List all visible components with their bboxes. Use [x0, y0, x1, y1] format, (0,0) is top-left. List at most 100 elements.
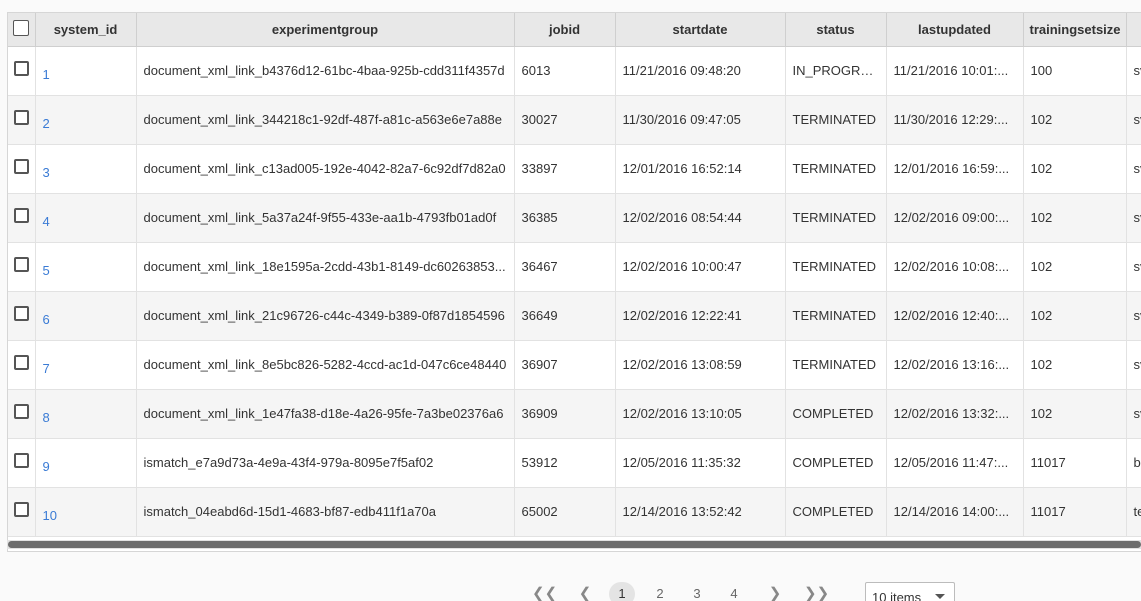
- cell-lastupdated: 12/02/2016 09:00:...: [886, 193, 1024, 243]
- cell-experimentgroup: document_xml_link_18e1595a-2cdd-43b1-814…: [136, 242, 515, 292]
- results-table: system_id experimentgroup jobid startdat…: [8, 13, 1141, 537]
- scrollbar-thumb[interactable]: [8, 541, 1141, 548]
- row-checkbox[interactable]: [13, 305, 29, 321]
- cell-trainingsetsize: 102: [1023, 193, 1127, 243]
- table-row[interactable]: 3 document_xml_link_c13ad005-192e-4042-82…: [8, 144, 1141, 194]
- page-size-select[interactable]: 10 items: [865, 582, 955, 601]
- cell-trainingsetsize: 11017: [1023, 438, 1127, 488]
- cell-system-id[interactable]: 2: [35, 95, 137, 145]
- table-row[interactable]: 2 document_xml_link_344218c1-92df-487f-a8…: [8, 95, 1141, 145]
- row-checkbox-cell[interactable]: [8, 389, 36, 439]
- first-page-button[interactable]: ❮❮: [532, 582, 557, 601]
- column-header-startdate[interactable]: startdate: [615, 13, 786, 47]
- data-grid: system_id experimentgroup jobid startdat…: [7, 12, 1141, 552]
- cell-startdate: 11/30/2016 09:47:05: [615, 95, 786, 145]
- table-row[interactable]: 8 document_xml_link_1e47fa38-d18e-4a26-95…: [8, 389, 1141, 439]
- table-row[interactable]: 6 document_xml_link_21c96726-c44c-4349-b3…: [8, 291, 1141, 341]
- column-header-jobid[interactable]: jobid: [514, 13, 616, 47]
- header-row: system_id experimentgroup jobid startdat…: [8, 13, 1141, 47]
- cell-trainingsetsize: 102: [1023, 389, 1127, 439]
- row-checkbox-cell[interactable]: [8, 340, 36, 390]
- cell-system-id[interactable]: 7: [35, 340, 137, 390]
- row-checkbox-cell[interactable]: [8, 487, 36, 537]
- column-header-cutoff[interactable]: [1126, 13, 1141, 47]
- cell-system-id[interactable]: 10: [35, 487, 137, 537]
- row-checkbox-cell[interactable]: [8, 144, 36, 194]
- horizontal-scrollbar[interactable]: [7, 540, 1141, 549]
- cell-system-id[interactable]: 6: [35, 291, 137, 341]
- column-header-status[interactable]: status: [785, 13, 887, 47]
- row-checkbox[interactable]: [13, 109, 29, 125]
- row-checkbox[interactable]: [13, 256, 29, 272]
- row-checkbox[interactable]: [13, 452, 29, 468]
- cell-experimentgroup: document_xml_link_8e5bc826-5282-4ccd-ac1…: [136, 340, 515, 390]
- cell-startdate: 11/21/2016 09:48:20: [615, 46, 786, 96]
- cell-system-id[interactable]: 9: [35, 438, 137, 488]
- row-checkbox[interactable]: [13, 403, 29, 419]
- table-row[interactable]: 9 ismatch_e7a9d73a-4e9a-43f4-979a-8095e7f…: [8, 438, 1141, 488]
- cell-cutoff: sv: [1126, 46, 1141, 96]
- table-row[interactable]: 1 document_xml_link_b4376d12-61bc-4baa-92…: [8, 46, 1141, 96]
- next-page-button[interactable]: ❯: [768, 582, 782, 601]
- cell-lastupdated: 11/30/2016 12:29:...: [886, 95, 1024, 145]
- cell-trainingsetsize: 102: [1023, 242, 1127, 292]
- row-checkbox[interactable]: [13, 501, 29, 517]
- cell-cutoff: sv: [1126, 144, 1141, 194]
- cell-system-id[interactable]: 8: [35, 389, 137, 439]
- row-checkbox[interactable]: [13, 158, 29, 174]
- column-header-experimentgroup[interactable]: experimentgroup: [136, 13, 515, 47]
- cell-status: IN_PROGRESS: [785, 46, 887, 96]
- cell-lastupdated: 12/14/2016 14:00:...: [886, 487, 1024, 537]
- table-row[interactable]: 5 document_xml_link_18e1595a-2cdd-43b1-81…: [8, 242, 1141, 292]
- cell-system-id[interactable]: 5: [35, 242, 137, 292]
- cell-status: COMPLETED: [785, 389, 887, 439]
- column-header-lastupdated[interactable]: lastupdated: [886, 13, 1024, 47]
- cell-experimentgroup: document_xml_link_b4376d12-61bc-4baa-925…: [136, 46, 515, 96]
- cell-trainingsetsize: 102: [1023, 95, 1127, 145]
- cell-lastupdated: 12/02/2016 13:32:...: [886, 389, 1024, 439]
- cell-trainingsetsize: 102: [1023, 340, 1127, 390]
- cell-status: TERMINATED: [785, 242, 887, 292]
- cell-lastupdated: 12/02/2016 13:16:...: [886, 340, 1024, 390]
- row-checkbox-cell[interactable]: [8, 95, 36, 145]
- column-header-trainingsetsize[interactable]: trainingsetsize: [1023, 13, 1127, 47]
- table-row[interactable]: 10 ismatch_04eabd6d-15d1-4683-bf87-edb411…: [8, 487, 1141, 537]
- cell-startdate: 12/14/2016 13:52:42: [615, 487, 786, 537]
- row-checkbox-cell[interactable]: [8, 193, 36, 243]
- cell-cutoff: sv: [1126, 389, 1141, 439]
- cell-cutoff: bl: [1126, 438, 1141, 488]
- cell-jobid: 36907: [514, 340, 616, 390]
- cell-experimentgroup: document_xml_link_344218c1-92df-487f-a81…: [136, 95, 515, 145]
- cell-startdate: 12/02/2016 13:10:05: [615, 389, 786, 439]
- cell-system-id[interactable]: 4: [35, 193, 137, 243]
- row-checkbox[interactable]: [13, 207, 29, 223]
- cell-experimentgroup: document_xml_link_21c96726-c44c-4349-b38…: [136, 291, 515, 341]
- column-header-system-id[interactable]: system_id: [35, 13, 137, 47]
- page-button[interactable]: 4: [723, 582, 745, 601]
- table-body: 1 document_xml_link_b4376d12-61bc-4baa-92…: [8, 46, 1141, 537]
- cell-lastupdated: 12/02/2016 12:40:...: [886, 291, 1024, 341]
- page-button[interactable]: 3: [686, 582, 708, 601]
- row-checkbox-cell[interactable]: [8, 291, 36, 341]
- row-checkbox-cell[interactable]: [8, 242, 36, 292]
- cell-status: TERMINATED: [785, 144, 887, 194]
- cell-experimentgroup: ismatch_04eabd6d-15d1-4683-bf87-edb411f1…: [136, 487, 515, 537]
- last-page-button[interactable]: ❯❯: [804, 582, 829, 601]
- cell-experimentgroup: document_xml_link_5a37a24f-9f55-433e-aa1…: [136, 193, 515, 243]
- table-row[interactable]: 4 document_xml_link_5a37a24f-9f55-433e-aa…: [8, 193, 1141, 243]
- select-all-checkbox[interactable]: [13, 19, 30, 36]
- row-checkbox-cell[interactable]: [8, 46, 36, 96]
- row-checkbox[interactable]: [13, 354, 29, 370]
- row-checkbox[interactable]: [13, 60, 29, 76]
- table-row[interactable]: 7 document_xml_link_8e5bc826-5282-4ccd-ac…: [8, 340, 1141, 390]
- cell-jobid: 30027: [514, 95, 616, 145]
- page-button-current[interactable]: 1: [609, 582, 635, 601]
- page-button[interactable]: 2: [649, 582, 671, 601]
- cell-status: TERMINATED: [785, 193, 887, 243]
- previous-page-button[interactable]: ❮: [578, 582, 592, 601]
- select-all-checkbox-cell[interactable]: [8, 13, 36, 47]
- cell-system-id[interactable]: 3: [35, 144, 137, 194]
- row-checkbox-cell[interactable]: [8, 438, 36, 488]
- cell-cutoff: sv: [1126, 340, 1141, 390]
- cell-system-id[interactable]: 1: [35, 46, 137, 96]
